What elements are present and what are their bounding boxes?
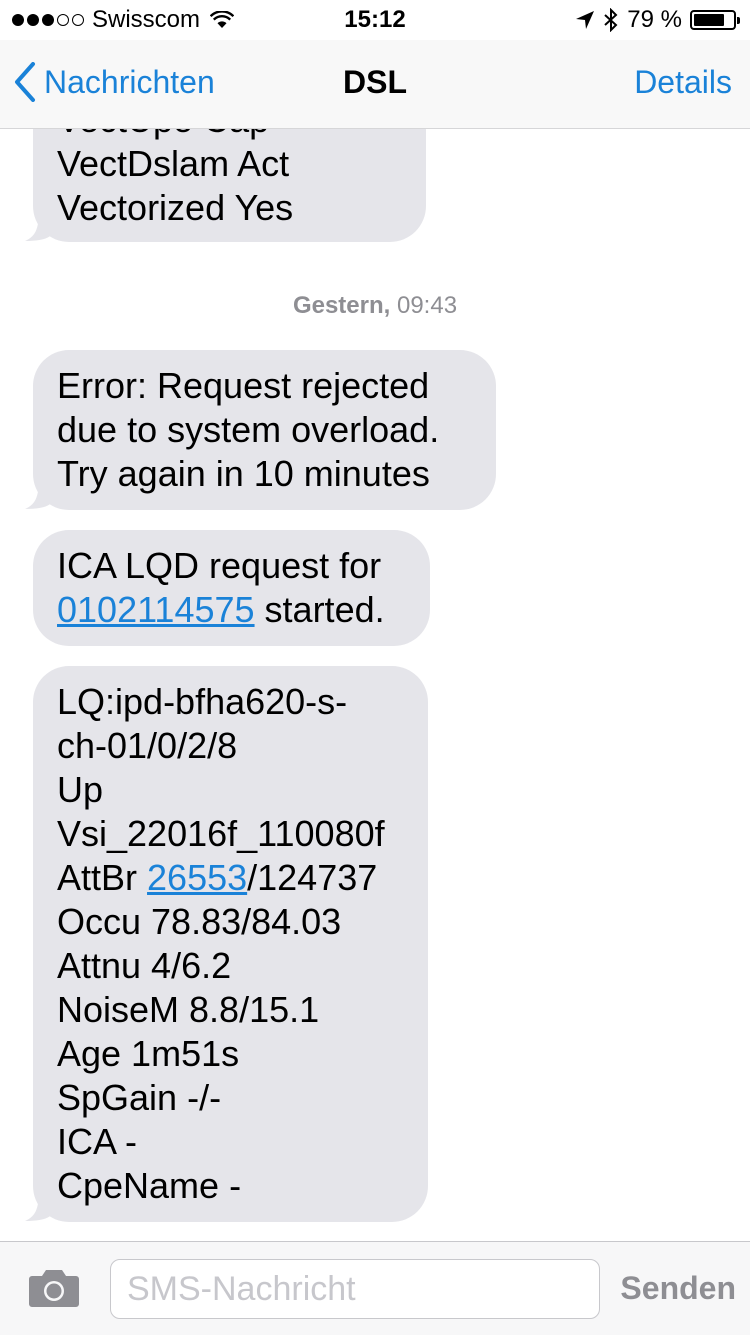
message-line: Attnu 4/6.2 — [57, 945, 232, 986]
message-timestamp: Gestern, 09:43 — [0, 292, 750, 320]
location-arrow-icon — [576, 11, 595, 29]
message-bubble: ICA LQD request for 0102114575 started. — [33, 530, 430, 646]
navigation-bar: Nachrichten DSL Details — [0, 40, 750, 129]
message-line: AttBr 26553/124737 — [57, 856, 404, 900]
message-text: AttBr — [57, 857, 148, 898]
message-line: due to system overload. — [57, 409, 440, 450]
battery-percentage: 79 % — [627, 6, 682, 33]
message-line: SpGain -/- — [57, 1077, 222, 1118]
sms-message-input[interactable] — [110, 1259, 600, 1319]
timestamp-day: Gestern, — [292, 292, 391, 319]
message-text: /124737 — [247, 857, 378, 898]
message-line: 0102114575 started. — [57, 588, 406, 632]
number-link[interactable]: 26553 — [147, 857, 247, 898]
message-line: ch-01/0/2/8 — [57, 725, 238, 766]
message-line: ICA LQD request for — [57, 545, 382, 586]
message-line: Age 1m51s — [57, 1033, 240, 1074]
message-bubble: LQ:ipd-bfha620-s- ch-01/0/2/8 Up Vsi_220… — [25, 666, 428, 1222]
bubble-tail — [25, 476, 53, 509]
message-line: LQ:ipd-bfha620-s- — [57, 681, 348, 722]
battery-level — [694, 14, 725, 26]
message-list[interactable]: VectUpo Cap VectDslam Act Vectorized Yes… — [0, 128, 750, 1241]
details-button[interactable]: Details — [634, 64, 732, 101]
message-line: Try again in 10 minutes — [57, 453, 430, 494]
message-input-bar: Senden — [0, 1241, 750, 1335]
message-line: VectDslam Act — [57, 143, 290, 184]
timestamp-time: 09:43 — [396, 292, 458, 319]
message-line: Occu 78.83/84.03 — [57, 901, 342, 942]
message-line: NoiseM 8.8/15.1 — [57, 989, 320, 1030]
bubble-tail — [25, 208, 53, 241]
message-line: Vectorized Yes — [57, 187, 294, 228]
status-right: 79 % — [575, 6, 740, 34]
message-text: started. — [254, 589, 385, 630]
battery-icon — [690, 10, 740, 30]
bubble-tail — [25, 1188, 53, 1221]
status-bar: Swisscom 15:12 79 % — [0, 0, 750, 40]
message-bubble: VectUpo Cap VectDslam Act Vectorized Yes — [25, 128, 426, 242]
message-line: VectUpo Cap — [57, 128, 402, 142]
message-line: Vsi_22016f_110080f — [57, 813, 385, 854]
message-line: CpeName - — [57, 1165, 242, 1206]
message-line: ICA - — [57, 1121, 138, 1162]
phone-number-link[interactable]: 0102114575 — [57, 589, 255, 630]
camera-icon[interactable] — [28, 1268, 80, 1308]
bluetooth-icon — [604, 8, 618, 32]
message-line: Up — [57, 769, 104, 810]
send-button[interactable]: Senden — [620, 1270, 736, 1307]
message-line: Error: Request rejected — [57, 365, 430, 406]
message-bubble: Error: Request rejected due to system ov… — [25, 350, 496, 510]
